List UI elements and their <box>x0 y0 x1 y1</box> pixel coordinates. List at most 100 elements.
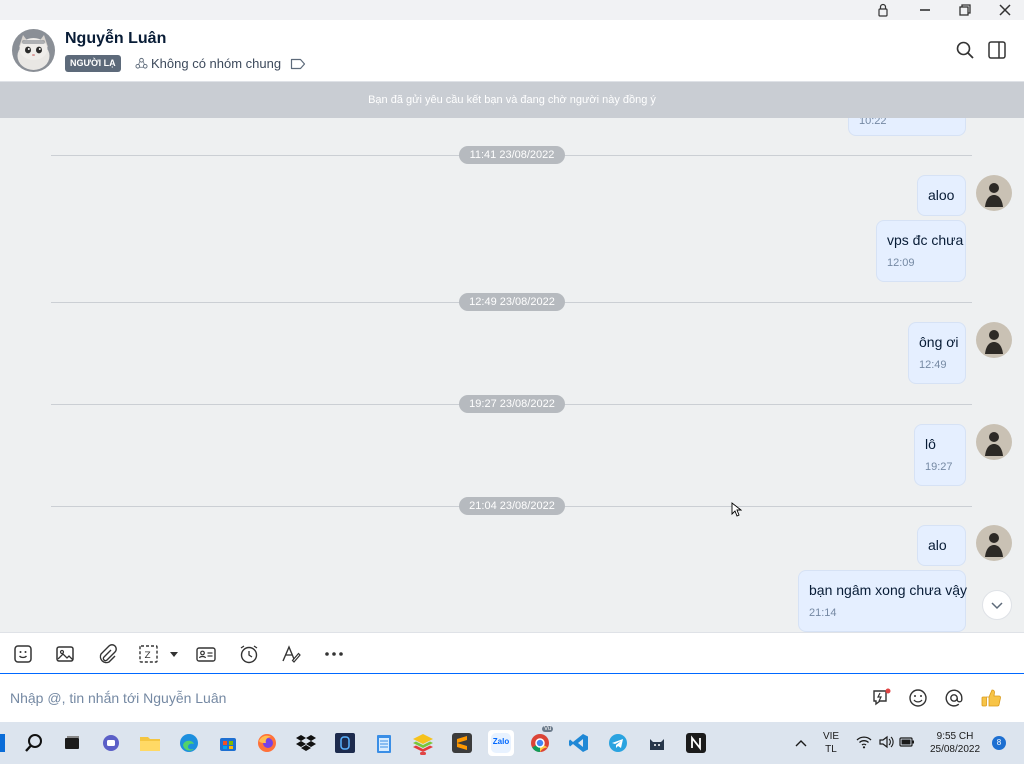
attachment-button[interactable] <box>96 643 118 665</box>
thumbs-up-icon[interactable] <box>980 687 1002 709</box>
taskbar-telegram[interactable] <box>605 730 631 756</box>
contact-avatar[interactable] <box>12 29 55 72</box>
windows-start-icon[interactable] <box>0 734 5 752</box>
user-avatar-icon <box>976 525 1012 561</box>
screenshot-options-dropdown[interactable] <box>163 643 178 665</box>
taskbar-notepad[interactable] <box>371 730 397 756</box>
bluestacks-icon <box>413 734 433 752</box>
quick-message-icon[interactable] <box>871 687 893 709</box>
folder-icon <box>140 737 160 751</box>
search-icon[interactable] <box>955 40 975 60</box>
user-avatar-icon <box>976 175 1012 211</box>
message-bubble[interactable]: alo <box>917 525 966 566</box>
message-bubble[interactable]: ông ơi 12:49 <box>908 322 966 384</box>
scroll-to-bottom-button[interactable] <box>982 590 1012 620</box>
message-time: 10:22 <box>859 118 887 127</box>
firefox-icon <box>258 734 276 752</box>
my-avatar[interactable] <box>976 175 1012 211</box>
group-icon <box>135 57 148 69</box>
my-avatar[interactable] <box>976 424 1012 460</box>
reminder-button[interactable] <box>238 643 260 665</box>
message-text: alo <box>928 537 947 553</box>
clock[interactable]: 9:55 CH 25/08/2022 <box>922 730 988 756</box>
battery-icon[interactable] <box>899 736 915 748</box>
text-format-button[interactable] <box>280 643 302 665</box>
my-avatar[interactable] <box>976 525 1012 561</box>
sticker-button[interactable] <box>12 643 34 665</box>
chevron-up-icon[interactable] <box>794 737 808 749</box>
message-composer <box>0 675 1024 721</box>
running-indicator <box>420 752 426 755</box>
chat-messages[interactable]: 10:22 11:41 23/08/2022 aloo vps đc chưa … <box>0 118 1024 632</box>
restore-button[interactable] <box>945 0 985 20</box>
taskbar-zalo[interactable]: Zalo <box>488 730 514 756</box>
reminder-icon <box>240 645 258 664</box>
screenshot-button[interactable]: Z <box>138 643 160 665</box>
cat-app-icon <box>650 739 664 750</box>
taskbar-bluestacks[interactable] <box>410 730 436 756</box>
taskbar-dropbox[interactable] <box>293 730 319 756</box>
taskbar-vscode[interactable] <box>566 730 592 756</box>
message-bubble[interactable]: aloo <box>917 175 966 216</box>
svg-text:Z: Z <box>145 651 151 661</box>
image-button[interactable] <box>54 643 76 665</box>
message-time: 12:49 <box>919 359 947 371</box>
more-options-button[interactable] <box>323 643 345 665</box>
contact-name[interactable]: Nguyễn Luân <box>65 30 166 48</box>
message-bubble[interactable]: lô 19:27 <box>914 424 966 486</box>
sublime-text-icon <box>452 733 472 753</box>
my-avatar[interactable] <box>976 322 1012 358</box>
taskbar-store[interactable] <box>215 730 241 756</box>
chevron-down-icon <box>991 602 1003 610</box>
sidebar-toggle-icon[interactable] <box>987 40 1007 60</box>
screenshot-icon: Z <box>139 645 158 663</box>
lock-button[interactable] <box>863 0 903 20</box>
wifi-icon[interactable] <box>856 735 872 749</box>
taskbar-sublime[interactable] <box>449 730 475 756</box>
taskbar-search[interactable] <box>21 730 47 756</box>
minimize-button[interactable] <box>905 0 945 20</box>
contact-card-button[interactable] <box>195 643 217 665</box>
tag-icon[interactable] <box>290 58 306 70</box>
message-bubble[interactable]: bạn ngâm xong chưa vậy 21:14 <box>798 570 967 632</box>
message-bubble[interactable]: 10:22 <box>848 118 966 136</box>
message-text: aloo <box>928 187 955 203</box>
sticker-icon <box>14 645 32 663</box>
time-divider: 19:27 23/08/2022 <box>459 395 565 413</box>
window-title-bar <box>0 0 1024 20</box>
taskbar-edge[interactable] <box>176 730 202 756</box>
time-divider: 21:04 23/08/2022 <box>459 497 565 515</box>
taskbar-task-view[interactable] <box>59 730 85 756</box>
taskbar-device-app[interactable] <box>332 730 358 756</box>
mention-icon[interactable] <box>943 687 965 709</box>
restore-icon <box>959 4 971 16</box>
taskbar-teams[interactable] <box>98 730 124 756</box>
message-input[interactable] <box>10 687 850 709</box>
taskbar-chrome[interactable]: Vũ <box>527 726 554 756</box>
taskbar-file-explorer[interactable] <box>137 730 163 756</box>
image-icon <box>56 646 74 662</box>
teams-chat-icon <box>103 735 119 751</box>
dropbox-icon <box>296 735 316 751</box>
message-bubble[interactable]: vps đc chưa 12:09 <box>876 220 966 282</box>
stranger-badge: NGƯỜI LẠ <box>65 55 121 72</box>
caret-down-icon <box>170 652 178 657</box>
zalo-label: Zalo <box>492 737 510 746</box>
taskbar-notion[interactable] <box>683 730 709 756</box>
notification-badge[interactable]: 8 <box>992 736 1006 750</box>
clock-date: 25/08/2022 <box>929 744 981 755</box>
close-button[interactable] <box>985 0 1024 20</box>
mutual-groups[interactable]: Không có nhóm chung <box>135 55 281 72</box>
taskbar-firefox[interactable] <box>254 730 280 756</box>
taskbar-cat-app[interactable] <box>644 730 670 756</box>
user-avatar-icon <box>976 322 1012 358</box>
chrome-profile-badge: Vũ <box>542 726 554 732</box>
volume-icon[interactable] <box>878 735 894 749</box>
more-icon <box>325 652 343 656</box>
task-view-icon <box>65 736 79 749</box>
emoji-icon[interactable] <box>907 687 929 709</box>
clock-time: 9:55 CH <box>936 731 974 742</box>
user-avatar-icon <box>976 424 1012 460</box>
language-code: VIE <box>822 731 840 742</box>
input-language[interactable]: VIE TL <box>818 730 844 756</box>
